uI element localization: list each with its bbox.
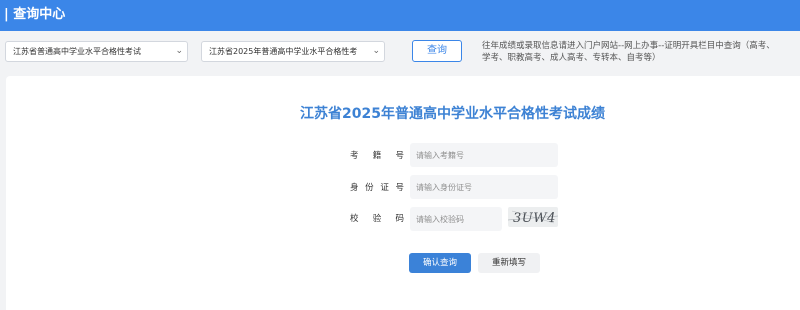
captcha-text: 3UW4 — [513, 211, 556, 226]
label-char: 校 — [350, 214, 359, 224]
chevron-down-icon: ⌄ — [372, 46, 380, 56]
label-char: 籍 — [372, 151, 382, 161]
label-char: 考 — [350, 151, 359, 161]
page-title: | 查询中心 — [4, 7, 66, 22]
id-card-input[interactable] — [410, 175, 558, 199]
student-id-label: 考 籍 号 — [350, 150, 404, 162]
exam-category-value: 江苏省普通高中学业水平合格性考试 — [13, 47, 141, 56]
exam-session-value: 江苏省2025年普通高中学业水平合格性考 — [209, 47, 358, 56]
label-char: 验 — [372, 214, 382, 224]
chevron-down-icon: ⌄ — [175, 46, 183, 56]
confirm-query-button[interactable]: 确认查询 — [409, 253, 471, 273]
header-bar: | 查询中心 — [0, 0, 800, 31]
query-button[interactable]: 查询 — [412, 40, 462, 62]
captcha-input[interactable] — [410, 207, 502, 231]
label-char: 码 — [395, 214, 404, 224]
exam-category-select[interactable]: 江苏省普通高中学业水平合格性考试 ⌄ — [5, 41, 188, 62]
notice-line-1: 往年成绩或录取信息请进入门户网站--网上办事--证明开具栏目中查询（高考、 — [482, 41, 775, 51]
label-char: 身 — [350, 183, 359, 193]
notice-text: 往年成绩或录取信息请进入门户网站--网上办事--证明开具栏目中查询（高考、 学考… — [482, 40, 800, 64]
captcha-image[interactable]: 3UW4 — [508, 207, 558, 227]
id-card-label: 身 份 证 号 — [350, 182, 404, 194]
reset-form-button[interactable]: 重新填写 — [478, 253, 540, 273]
label-char: 份 — [365, 183, 374, 193]
label-char: 证 — [380, 183, 389, 193]
form-title: 江苏省2025年普通高中学业水平合格性考试成绩 — [300, 106, 605, 122]
captcha-svg: 3UW4 — [508, 210, 558, 226]
student-id-input[interactable] — [410, 143, 558, 167]
captcha-label: 校 验 码 — [350, 213, 404, 225]
label-char: 号 — [395, 151, 404, 161]
label-char: 号 — [395, 183, 404, 193]
notice-line-2: 学考、职教高考、成人高考、专转本、自考等） — [482, 53, 661, 63]
exam-session-select[interactable]: 江苏省2025年普通高中学业水平合格性考 ⌄ — [201, 41, 385, 62]
